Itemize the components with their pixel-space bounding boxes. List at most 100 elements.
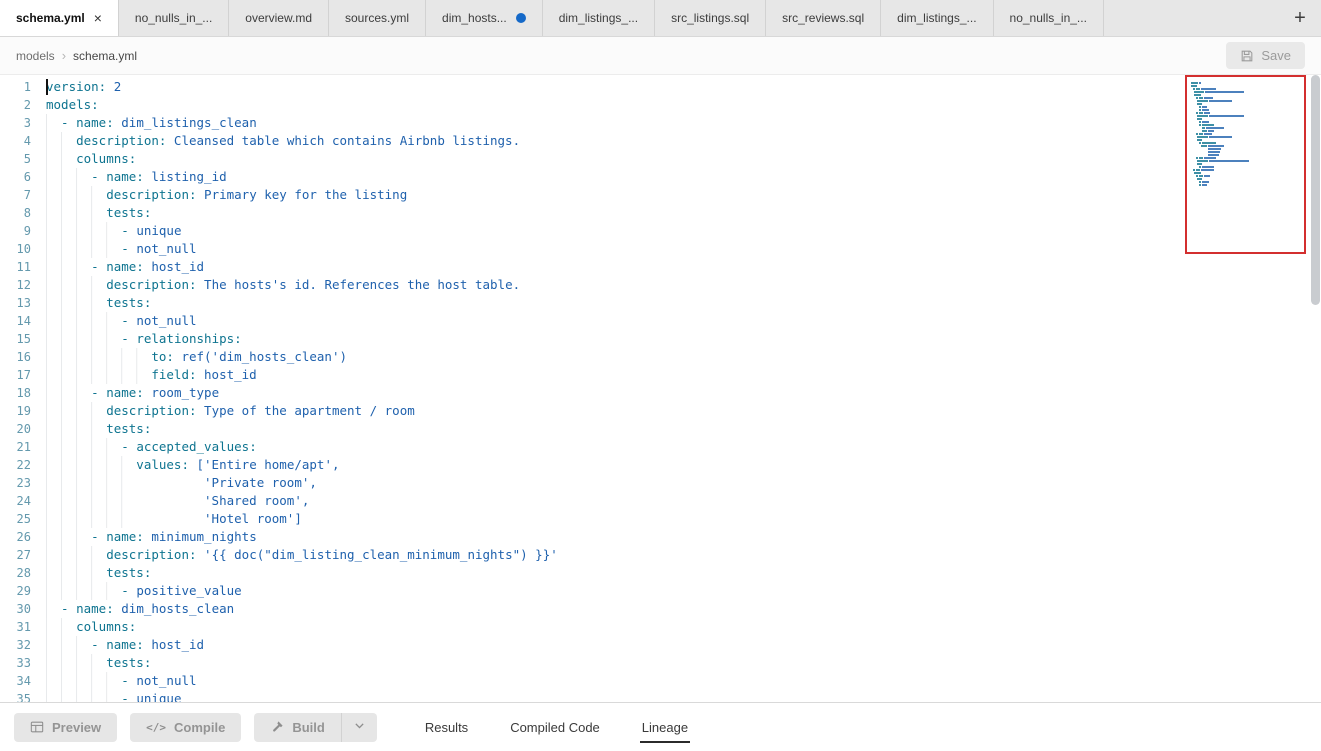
editor-tab-overview-md[interactable]: overview.md xyxy=(229,0,329,36)
token: accepted_values: xyxy=(136,439,256,454)
panel-tab-compiled-code[interactable]: Compiled Code xyxy=(508,712,602,743)
code-line[interactable]: 9- unique xyxy=(0,222,1321,240)
code-line[interactable]: 14- not_null xyxy=(0,312,1321,330)
breadcrumb-item[interactable]: models xyxy=(16,49,55,63)
minimap-token xyxy=(1197,115,1207,117)
code-content: - unique xyxy=(46,222,181,240)
save-button[interactable]: Save xyxy=(1226,42,1305,69)
code-line[interactable]: 30- name: dim_hosts_clean xyxy=(0,600,1321,618)
vertical-scrollbar[interactable] xyxy=(1310,75,1321,702)
code-line[interactable]: 21- accepted_values: xyxy=(0,438,1321,456)
indent-guides xyxy=(46,690,121,702)
line-number: 5 xyxy=(0,150,46,168)
code-line[interactable]: 24'Shared room', xyxy=(0,492,1321,510)
code-line[interactable]: 31columns: xyxy=(0,618,1321,636)
new-tab-button[interactable]: + xyxy=(1279,0,1321,36)
token: 2 xyxy=(106,79,121,94)
code-line[interactable]: 13tests: xyxy=(0,294,1321,312)
chevron-down-icon xyxy=(353,719,366,735)
code-line[interactable]: 10- not_null xyxy=(0,240,1321,258)
token: tests: xyxy=(106,205,151,220)
code-line[interactable]: 15- relationships: xyxy=(0,330,1321,348)
token: version: xyxy=(46,79,106,94)
minimap-token xyxy=(1197,160,1207,162)
indent-guides xyxy=(46,258,91,276)
breadcrumb-item[interactable]: schema.yml xyxy=(73,49,137,63)
code-line[interactable]: 32- name: host_id xyxy=(0,636,1321,654)
editor-tab-dim-listings[interactable]: dim_listings_... xyxy=(543,0,655,36)
code-line[interactable]: 22values: ['Entire home/apt', xyxy=(0,456,1321,474)
line-number: 30 xyxy=(0,600,46,618)
minimap-line xyxy=(1199,121,1300,123)
minimap-line xyxy=(1197,103,1300,105)
close-tab-icon[interactable]: × xyxy=(94,11,102,25)
code-line[interactable]: 20tests: xyxy=(0,420,1321,438)
minimap-token xyxy=(1202,109,1209,111)
token: models: xyxy=(46,97,99,112)
indent-pad xyxy=(136,474,204,492)
editor-tab-sources-yml[interactable]: sources.yml xyxy=(329,0,426,36)
scrollbar-thumb[interactable] xyxy=(1311,75,1320,305)
editor-tab-schema-yml[interactable]: schema.yml× xyxy=(0,0,119,36)
line-number: 32 xyxy=(0,636,46,654)
line-number: 15 xyxy=(0,330,46,348)
editor-tab-src-listings-sql[interactable]: src_listings.sql xyxy=(655,0,766,36)
minimap-line xyxy=(1201,145,1300,147)
code-line[interactable]: 26- name: minimum_nights xyxy=(0,528,1321,546)
preview-table-icon xyxy=(30,720,44,734)
code-line[interactable]: 17field: host_id xyxy=(0,366,1321,384)
build-button[interactable]: Build xyxy=(254,713,341,742)
code-line[interactable]: 35- unique xyxy=(0,690,1321,702)
code-line[interactable]: 6- name: listing_id xyxy=(0,168,1321,186)
minimap-token xyxy=(1194,94,1201,96)
code-line[interactable]: 3- name: dim_listings_clean xyxy=(0,114,1321,132)
editor-tab-src-reviews-sql[interactable]: src_reviews.sql xyxy=(766,0,881,36)
minimap[interactable] xyxy=(1185,75,1306,254)
token: - xyxy=(91,529,106,544)
code-line[interactable]: 16to: ref('dim_hosts_clean') xyxy=(0,348,1321,366)
preview-button[interactable]: Preview xyxy=(14,713,117,742)
token: - xyxy=(61,115,76,130)
code-line[interactable]: 27description: '{{ doc("dim_listing_clea… xyxy=(0,546,1321,564)
code-line[interactable]: 1version: 2 xyxy=(0,78,1321,96)
code-line[interactable]: 19description: Type of the apartment / r… xyxy=(0,402,1321,420)
line-number: 9 xyxy=(0,222,46,240)
token: - xyxy=(121,313,136,328)
code-line[interactable]: 5columns: xyxy=(0,150,1321,168)
build-dropdown-button[interactable] xyxy=(341,713,377,742)
minimap-token xyxy=(1202,181,1209,183)
code-line[interactable]: 25'Hotel room'] xyxy=(0,510,1321,528)
code-line[interactable]: 11- name: host_id xyxy=(0,258,1321,276)
code-line[interactable]: 8tests: xyxy=(0,204,1321,222)
code-content: tests: xyxy=(46,294,151,312)
code-editor[interactable]: 1version: 22models:3- name: dim_listings… xyxy=(0,75,1321,702)
token: to: xyxy=(151,349,174,364)
code-line[interactable]: 12description: The hosts's id. Reference… xyxy=(0,276,1321,294)
code-line[interactable]: 34- not_null xyxy=(0,672,1321,690)
code-line[interactable]: 33tests: xyxy=(0,654,1321,672)
token: positive_value xyxy=(136,583,241,598)
token: - xyxy=(121,583,136,598)
compile-button[interactable]: </> Compile xyxy=(130,713,241,742)
code-content: tests: xyxy=(46,654,151,672)
code-line[interactable]: 7description: Primary key for the listin… xyxy=(0,186,1321,204)
code-line[interactable]: 2models: xyxy=(0,96,1321,114)
panel-tab-results[interactable]: Results xyxy=(423,712,470,743)
token: columns: xyxy=(76,619,136,634)
indent-guides xyxy=(46,204,106,222)
code-line[interactable]: 29- positive_value xyxy=(0,582,1321,600)
editor-tab-label: no_nulls_in_... xyxy=(1010,11,1087,25)
editor-tab-dim-listings[interactable]: dim_listings_... xyxy=(881,0,993,36)
minimap-line xyxy=(1208,151,1300,153)
code-line[interactable]: 23'Private room', xyxy=(0,474,1321,492)
minimap-token xyxy=(1208,151,1220,153)
editor-tab-no-nulls-in[interactable]: no_nulls_in_... xyxy=(119,0,229,36)
code-line[interactable]: 4description: Cleansed table which conta… xyxy=(0,132,1321,150)
token: values: xyxy=(136,457,189,472)
editor-tab-dim-hosts[interactable]: dim_hosts... xyxy=(426,0,543,36)
minimap-token xyxy=(1199,112,1203,114)
code-line[interactable]: 18- name: room_type xyxy=(0,384,1321,402)
panel-tab-lineage[interactable]: Lineage xyxy=(640,712,690,743)
editor-tab-no-nulls-in[interactable]: no_nulls_in_... xyxy=(994,0,1104,36)
code-line[interactable]: 28tests: xyxy=(0,564,1321,582)
